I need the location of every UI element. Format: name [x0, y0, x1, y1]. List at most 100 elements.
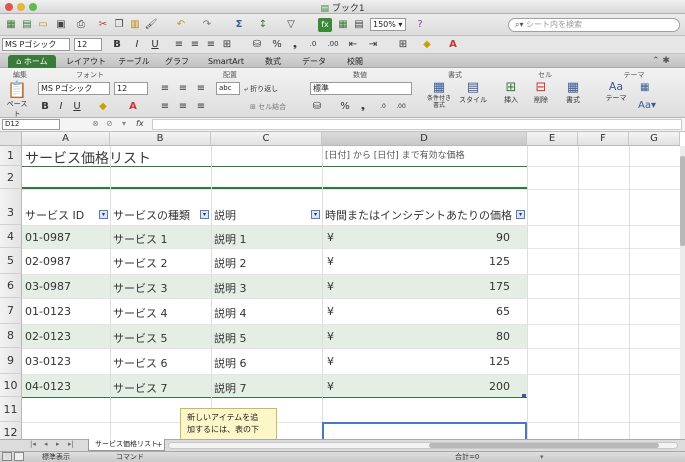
ribbon-underline-button[interactable]: U [70, 100, 84, 113]
search-input[interactable]: ⌕▾ シート内を検索 [508, 18, 680, 32]
worksheet-grid[interactable]: A B C D E F G 1 2 3 4 5 6 7 8 9 10 11 12… [0, 132, 685, 439]
filter-dropdown-c[interactable]: ▾ [311, 210, 320, 219]
help-icon[interactable]: ? [413, 18, 427, 32]
ribbon-align-left-icon[interactable]: ≡ [158, 82, 172, 95]
filter-dropdown-d[interactable]: ▾ [516, 210, 525, 219]
cell-service[interactable]: サービス 7 [113, 380, 168, 396]
formula-input[interactable] [152, 119, 682, 130]
ribbon-font-color-icon[interactable]: A [126, 100, 140, 113]
sheet-title[interactable]: サービス価格リスト [25, 148, 151, 168]
vertical-scroll-thumb[interactable] [680, 156, 685, 246]
underline-button[interactable]: U [148, 38, 162, 51]
align-left-icon[interactable]: ≡ [172, 38, 186, 51]
first-sheet-icon[interactable]: |◂ [30, 440, 36, 448]
cell-currency[interactable]: ¥ [327, 305, 334, 318]
horizontal-scroll-thumb[interactable] [429, 443, 659, 448]
insert-cells-button[interactable]: ⊞ 挿入 [500, 80, 522, 105]
date-note[interactable]: [日付] から [日付] まで有効な価格 [325, 148, 465, 161]
increase-decimal-icon[interactable]: .0 [306, 38, 320, 51]
row-header-9[interactable]: 9 [0, 348, 22, 374]
cut-icon[interactable]: ✂ [96, 18, 110, 32]
copy-icon[interactable]: ❐ [112, 18, 126, 32]
format-cells-button[interactable]: ▦ 書式 [562, 80, 584, 105]
cell-price[interactable]: 125 [470, 355, 510, 368]
italic-button[interactable]: I [130, 38, 144, 51]
add-sheet-button[interactable]: + [156, 440, 163, 449]
fill-color-icon[interactable]: ◆ [420, 38, 434, 51]
cell-price[interactable]: 200 [470, 380, 510, 393]
ribbon-valign-mid-icon[interactable]: ≡ [176, 100, 190, 113]
cancel-formula-icon[interactable]: ⊗ [92, 119, 99, 128]
cell-id[interactable]: 02-0987 [25, 255, 71, 268]
ribbon-inc-decimal-icon[interactable]: .0 [376, 100, 390, 113]
cell-id[interactable]: 03-0987 [25, 280, 71, 293]
prev-sheet-icon[interactable]: ◂ [44, 440, 48, 448]
col-header-c[interactable]: C [211, 132, 322, 146]
wrap-text-button[interactable]: ⤶ 折り返し [244, 84, 278, 94]
cell-description[interactable]: 説明 2 [214, 255, 247, 271]
col-header-e[interactable]: E [527, 132, 578, 146]
number-format-select[interactable]: 標準 [310, 82, 412, 95]
percent-icon[interactable]: % [270, 38, 284, 51]
align-center-icon[interactable]: ≡ [188, 38, 202, 51]
toolbox-icon[interactable]: ▤ [352, 18, 366, 32]
gallery-icon[interactable]: ▦ [336, 18, 350, 32]
cell-description[interactable]: 説明 7 [214, 380, 247, 396]
row-header-5[interactable]: 5 [0, 248, 22, 274]
cell-description[interactable]: 説明 3 [214, 280, 247, 296]
row-header-4[interactable]: 4 [0, 225, 22, 248]
row-header-1[interactable]: 1 [0, 146, 22, 166]
tab-layout[interactable]: レイアウト [64, 55, 108, 68]
cell-price[interactable]: 65 [470, 305, 510, 318]
normal-view-icon[interactable] [2, 452, 12, 461]
header-description[interactable]: 説明 [214, 207, 236, 223]
fx-button[interactable]: fx [136, 119, 144, 128]
theme-fonts-icon[interactable]: Aa▾ [638, 100, 656, 111]
cell-service[interactable]: サービス 2 [113, 255, 168, 271]
ribbon-italic-button[interactable]: I [54, 100, 68, 113]
merge-cells-button[interactable]: ⊞ セル結合 [250, 102, 286, 112]
accept-formula-icon[interactable]: ⊘ [106, 119, 113, 128]
cell-id[interactable]: 01-0123 [25, 305, 71, 318]
ribbon-percent-icon[interactable]: % [338, 100, 352, 113]
cell-id[interactable]: 02-0123 [25, 330, 71, 343]
conditional-format-button[interactable]: ▦ 条件付き 書式 [422, 80, 456, 109]
ribbon-align-center-icon[interactable]: ≡ [176, 82, 190, 95]
borders-icon[interactable]: ⊞ [396, 38, 410, 51]
decrease-indent-icon[interactable]: ⇤ [346, 38, 360, 51]
ribbon-toggle-icon[interactable]: ⌃ ✱ [652, 56, 670, 66]
col-header-d[interactable]: D [322, 132, 527, 146]
name-box[interactable]: D12 [2, 119, 60, 130]
col-header-f[interactable]: F [578, 132, 629, 146]
undo-icon[interactable]: ↶ [174, 18, 188, 32]
header-service-id[interactable]: サービス ID [25, 207, 84, 223]
row-header-6[interactable]: 6 [0, 274, 22, 298]
ribbon-font-select[interactable]: MS Pゴシック [38, 82, 110, 95]
cell-currency[interactable]: ¥ [327, 330, 334, 343]
cell-service[interactable]: サービス 4 [113, 305, 168, 321]
vertical-scrollbar[interactable] [680, 146, 685, 439]
ribbon-fill-icon[interactable]: ◆ [96, 100, 110, 113]
row-header-11[interactable]: 11 [0, 397, 22, 422]
cell-id[interactable]: 01-0987 [25, 231, 71, 244]
cell-price[interactable]: 90 [470, 231, 510, 244]
cell-id[interactable]: 04-0123 [25, 380, 71, 393]
save-icon[interactable]: ▣ [54, 18, 68, 32]
tab-formulas[interactable]: 数式 [258, 55, 288, 68]
row-header-3[interactable]: 3 [0, 189, 22, 225]
col-header-a[interactable]: A [22, 132, 110, 146]
page-layout-view-icon[interactable] [14, 452, 24, 461]
orientation-button[interactable]: abc [216, 82, 240, 95]
ribbon-comma-icon[interactable]: ❟ [356, 100, 370, 113]
style-button[interactable]: ▤ スタイル [458, 80, 488, 105]
sum-dropdown-icon[interactable]: ▾ [540, 452, 544, 462]
col-header-b[interactable]: B [110, 132, 211, 146]
paste-icon[interactable]: ▥ [128, 18, 142, 32]
cell-currency[interactable]: ¥ [327, 355, 334, 368]
template-icon[interactable]: ▤ [20, 18, 34, 32]
align-right-icon[interactable]: ≡ [204, 38, 218, 51]
tab-data[interactable]: データ [296, 55, 332, 68]
bold-button[interactable]: B [110, 38, 124, 51]
cell-currency[interactable]: ¥ [327, 231, 334, 244]
ribbon-currency-icon[interactable]: ⛁ [310, 100, 324, 113]
